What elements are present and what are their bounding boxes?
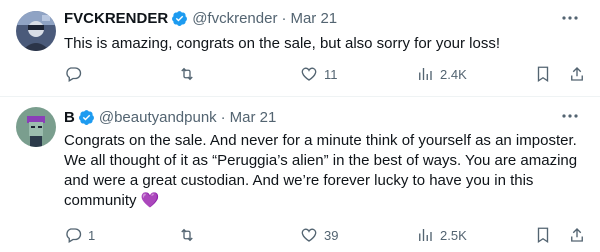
tweet-text: This is amazing, congrats on the sale, b… <box>64 35 501 52</box>
like-button[interactable]: 39 <box>300 225 338 245</box>
handle[interactable]: @fvckrender <box>192 10 277 27</box>
reply-button[interactable] <box>64 64 88 84</box>
reply-icon <box>66 228 82 243</box>
timestamp[interactable]: Mar 21 <box>290 10 337 27</box>
bookmark-icon <box>537 66 549 83</box>
separator: · <box>220 108 226 126</box>
avatar[interactable] <box>16 11 56 51</box>
view-count: 2.4K <box>440 66 467 82</box>
share-icon <box>571 228 583 242</box>
views-icon <box>419 68 432 80</box>
bookmark-button[interactable] <box>534 64 552 84</box>
bookmark-button[interactable] <box>534 225 552 245</box>
like-count: 11 <box>324 66 338 82</box>
like-icon <box>301 228 317 242</box>
more-icon[interactable] <box>560 107 580 125</box>
tweet[interactable]: B @beautyandpunk · Mar 21 Congrats on th… <box>0 97 600 252</box>
timestamp[interactable]: Mar 21 <box>230 109 277 126</box>
tweet[interactable]: FVCKRENDER @fvckrender · Mar 21 This is … <box>0 0 600 96</box>
retweet-button[interactable] <box>178 64 202 84</box>
views-icon <box>419 229 432 241</box>
retweet-icon <box>181 67 193 81</box>
view-count: 2.5K <box>440 227 467 243</box>
like-icon <box>301 67 317 81</box>
bookmark-icon <box>537 227 549 244</box>
display-name[interactable]: FVCKRENDER <box>64 10 168 27</box>
reply-button[interactable]: 1 <box>64 225 95 245</box>
retweet-icon <box>181 228 193 242</box>
share-icon <box>571 67 583 81</box>
share-button[interactable] <box>568 225 586 245</box>
views-button[interactable]: 2.5K <box>416 225 467 245</box>
verified-badge-icon <box>78 109 94 125</box>
verified-badge-icon <box>172 10 188 26</box>
tweet-header: B @beautyandpunk · Mar 21 <box>64 108 276 126</box>
reply-icon <box>66 67 82 82</box>
like-button[interactable]: 11 <box>300 64 338 84</box>
avatar[interactable] <box>16 107 56 147</box>
separator: · <box>281 9 287 27</box>
tweet-header: FVCKRENDER @fvckrender · Mar 21 <box>64 9 337 27</box>
action-bar: 11 2.4K <box>56 64 596 84</box>
display-name[interactable]: B <box>64 109 75 126</box>
share-button[interactable] <box>568 64 586 84</box>
retweet-button[interactable] <box>178 225 202 245</box>
handle[interactable]: @beautyandpunk <box>99 109 217 126</box>
like-count: 39 <box>324 227 339 243</box>
more-icon[interactable] <box>560 9 580 27</box>
reply-count: 1 <box>88 227 96 243</box>
tweet-text: Congrats on the sale. And never for a mi… <box>64 132 578 209</box>
action-bar: 1 39 2.5K <box>56 225 596 245</box>
views-button[interactable]: 2.4K <box>416 64 467 84</box>
